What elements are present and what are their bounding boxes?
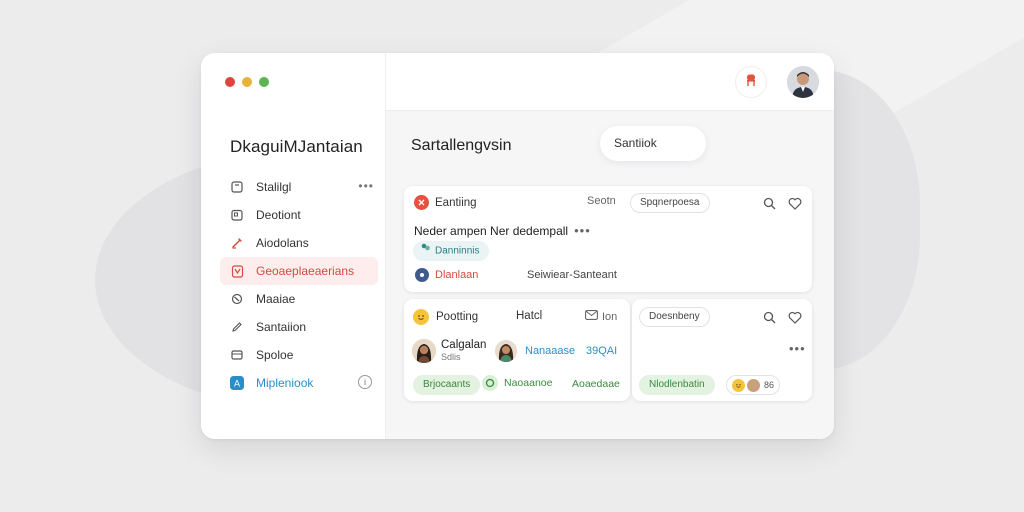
- sidebar-item-geoaeplaeaerians[interactable]: Geoaeplaeaerians: [220, 257, 378, 285]
- person-name: Calgalan: [441, 339, 487, 351]
- tag-label[interactable]: Naoaanoe: [504, 377, 552, 389]
- card-subtitle: Hatcl: [516, 310, 543, 322]
- bookmark-icon: [230, 180, 244, 194]
- message-text: Neder ampen Ner dedempall: [414, 223, 569, 238]
- sidebar-item-label: Stalilgl: [256, 180, 292, 194]
- inbox-icon: [230, 348, 244, 362]
- minimize-window-button[interactable]: [242, 77, 252, 87]
- heart-icon[interactable]: [787, 195, 803, 211]
- people-icon: [420, 242, 431, 260]
- more-options-icon[interactable]: •••: [574, 223, 591, 238]
- status-badge: Doesnbeny: [639, 307, 710, 327]
- search-input[interactable]: Santiiok: [600, 126, 706, 161]
- sidebar-item-santaiion[interactable]: Santaiion: [220, 313, 378, 341]
- chair-icon: [744, 73, 758, 92]
- sidebar-item-aiodolans[interactable]: Aiodolans: [220, 229, 378, 257]
- pencil-icon: [230, 236, 244, 250]
- emoji-icon: [732, 378, 745, 392]
- info-icon[interactable]: i: [358, 375, 372, 389]
- card-title: Eantiing: [435, 196, 477, 209]
- app-icon: A: [230, 376, 244, 390]
- emoji-icon: [413, 309, 429, 325]
- sidebar-item-mipleniook[interactable]: A Mipleniook i: [220, 369, 378, 397]
- more-options-icon[interactable]: •••: [789, 341, 806, 356]
- tag-chip[interactable]: Danninnis: [413, 241, 490, 261]
- main-panel: Sartallengvsin Santiiok Eantiing Seotn S…: [386, 53, 834, 439]
- tag-chip[interactable]: Nlodlenbatin: [639, 375, 715, 395]
- calendar-icon: [230, 208, 244, 222]
- more-options-icon[interactable]: •••: [358, 179, 374, 193]
- edit-icon: [230, 320, 244, 334]
- sidebar-item-label: Geoaeplaeaerians: [256, 264, 355, 278]
- alert-icon: [414, 195, 429, 210]
- count-text: 39QAI: [586, 345, 618, 357]
- sidebar-item-label: Mipleniook: [256, 376, 314, 390]
- author-name[interactable]: Dlanlaan: [435, 269, 478, 281]
- search-icon[interactable]: [761, 195, 777, 211]
- sidebar-item-label: Santaiion: [256, 320, 307, 334]
- maximize-window-button[interactable]: [259, 77, 269, 87]
- status-badge: Spqnerpoesa: [630, 193, 710, 213]
- tag-chip[interactable]: Brjocaants: [413, 375, 481, 395]
- avatar[interactable]: [412, 339, 436, 363]
- tag-icon: [482, 375, 498, 391]
- app-title: DkaguiMJantaian: [230, 137, 363, 156]
- heart-icon[interactable]: [787, 309, 803, 325]
- sidebar-item-label: Deotiont: [256, 208, 301, 222]
- footer-status: Seiwiear-Santeant: [527, 269, 617, 281]
- settings-icon: [230, 292, 244, 306]
- page-title: Sartallengvsin: [411, 137, 512, 154]
- reaction-chip[interactable]: 86: [726, 375, 781, 395]
- card-title: Pootting: [436, 311, 479, 323]
- reaction-count: 86: [764, 380, 775, 390]
- card-meta: Ion: [602, 310, 618, 323]
- tag-label[interactable]: Aoaedaae: [572, 378, 620, 390]
- sidebar-item-stalilgl[interactable]: Stalilgl •••: [220, 173, 378, 201]
- avatar[interactable]: [495, 340, 517, 362]
- sidebar-item-deotiont[interactable]: Deotiont: [220, 201, 378, 229]
- document-icon: [230, 264, 244, 278]
- notification-button[interactable]: [735, 66, 767, 98]
- window-controls: [225, 77, 269, 87]
- mail-icon: [585, 310, 598, 323]
- sidebar-item-label: Maaiae: [256, 292, 296, 306]
- sidebar: DkaguiMJantaian Stalilgl ••• Deotiont Ai: [201, 53, 386, 439]
- card-meta: Seotn: [587, 195, 616, 207]
- svg-text:A: A: [234, 379, 240, 389]
- sidebar-nav: Stalilgl ••• Deotiont Aiodolans Geoaepla…: [220, 173, 378, 397]
- app-window: DkaguiMJantaian Stalilgl ••• Deotiont Ai: [201, 53, 834, 439]
- close-window-button[interactable]: [225, 77, 235, 87]
- search-icon[interactable]: [761, 309, 777, 325]
- sidebar-item-spoloe[interactable]: Spoloe: [220, 341, 378, 369]
- avatar[interactable]: [787, 66, 819, 98]
- top-bar: [386, 53, 834, 111]
- sidebar-item-label: Spoloe: [256, 348, 294, 362]
- link-text[interactable]: Nanaaase: [525, 345, 575, 357]
- sidebar-item-maaiae[interactable]: Maaiae: [220, 285, 378, 313]
- chip-label: Danninnis: [435, 245, 480, 257]
- avatar: [747, 378, 760, 392]
- message-card[interactable]: Eantiing Seotn Spqnerpoesa Neder ampen N…: [404, 186, 812, 292]
- person-sub: Sdlis: [441, 352, 461, 362]
- avatar: [415, 268, 429, 282]
- sidebar-item-label: Aiodolans: [256, 236, 309, 250]
- message-card[interactable]: Ion Doesnbeny 39QAI ••• Aoaedaae Nlodlen…: [572, 299, 812, 401]
